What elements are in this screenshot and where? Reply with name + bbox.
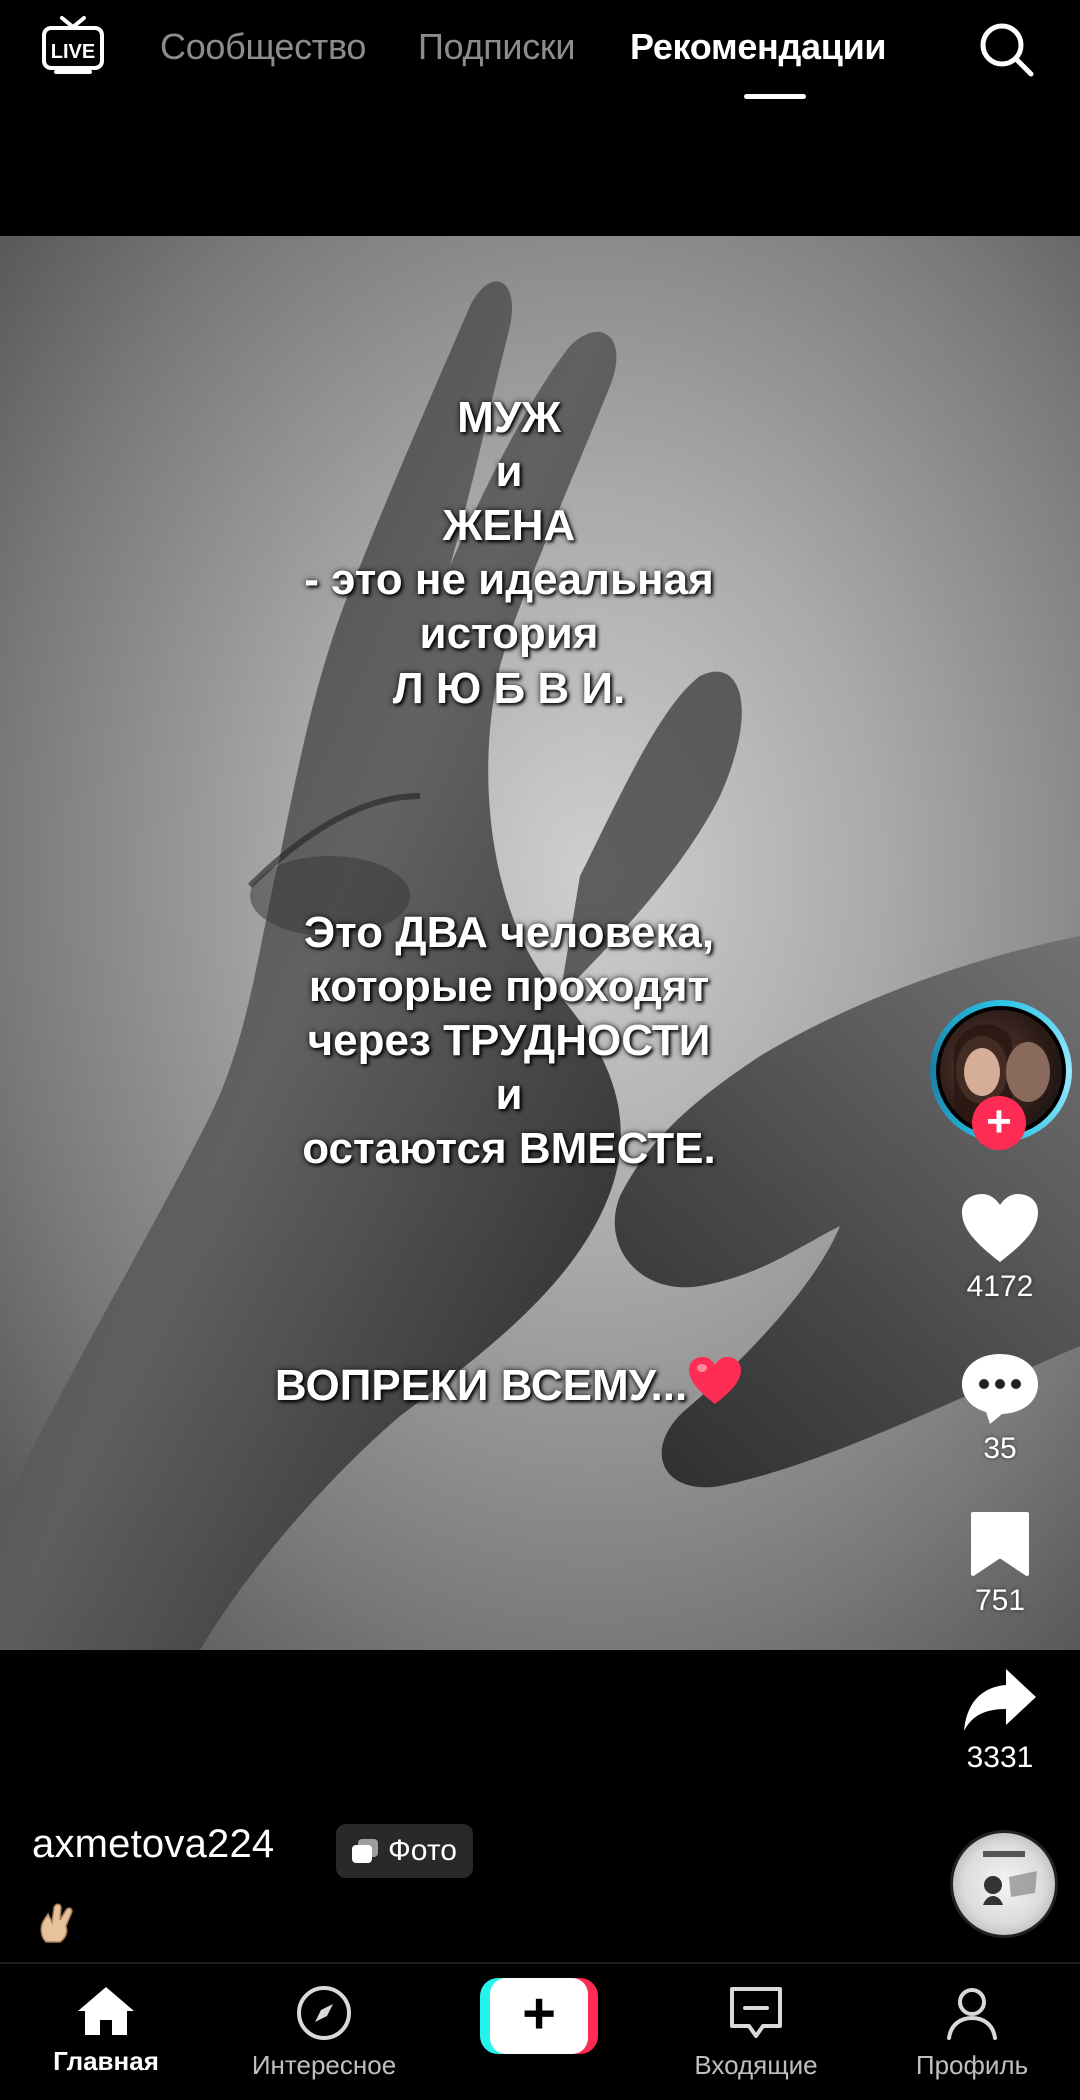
save-count: 751 — [974, 1584, 1026, 1617]
like-button[interactable]: 4172 — [940, 1192, 1060, 1304]
top-bar: LIVE Сообщество Подписки Рекомендации — [0, 0, 1080, 110]
overlay-text-closing: ВОПРЕКИ ВСЕМУ... — [0, 1356, 1018, 1413]
heart-icon — [962, 1194, 1038, 1262]
like-count: 4172 — [966, 1270, 1034, 1303]
share-button[interactable]: 3331 — [940, 1665, 1060, 1775]
create-button[interactable]: + — [480, 1978, 598, 2054]
photo-type-badge: Фото — [336, 1824, 473, 1878]
search-button[interactable] — [975, 18, 1039, 82]
heart-emoji-icon — [689, 1357, 742, 1404]
bookmark-icon — [971, 1512, 1029, 1576]
overlay-text-body: Это ДВА человека, которые проходят через… — [302, 908, 716, 1174]
follow-button[interactable]: + — [972, 1096, 1026, 1150]
share-arrow-icon — [964, 1669, 1036, 1731]
compass-icon — [297, 1986, 351, 2040]
plus-icon: + — [986, 1097, 1012, 1146]
crossed-fingers-emoji — [36, 1900, 76, 1944]
nav-home[interactable]: Главная — [6, 1984, 206, 2077]
plus-icon: + — [490, 1978, 588, 2054]
share-count: 3331 — [966, 1741, 1034, 1774]
profile-icon — [947, 1988, 997, 2040]
tab-community[interactable]: Сообщество — [160, 22, 366, 72]
music-disc[interactable] — [950, 1830, 1058, 1938]
search-icon — [980, 23, 1034, 77]
active-tab-indicator — [744, 94, 806, 99]
comment-button[interactable]: 35 — [940, 1350, 1060, 1466]
nav-profile[interactable]: Профиль — [872, 1984, 1072, 2081]
inbox-icon — [730, 1987, 782, 2038]
comment-count: 35 — [983, 1432, 1017, 1465]
tab-subscriptions[interactable]: Подписки — [418, 22, 575, 72]
svg-text:LIVE: LIVE — [51, 41, 95, 63]
home-icon — [78, 1987, 134, 2035]
live-button[interactable]: LIVE — [40, 14, 106, 76]
photo-stack-icon — [352, 1839, 378, 1863]
post-photo[interactable]: МУЖ и ЖЕНА - это не идеальная история Л … — [0, 236, 1080, 1650]
username[interactable]: axmetova224 — [32, 1822, 274, 1867]
comment-icon — [962, 1354, 1038, 1424]
overlay-text-title: МУЖ и ЖЕНА - это не идеальная история Л … — [304, 393, 714, 713]
music-cover-icon — [983, 1851, 1037, 1905]
save-button[interactable]: 751 — [940, 1510, 1060, 1618]
nav-inbox[interactable]: Входящие — [656, 1984, 856, 2081]
live-tv-icon: LIVE — [42, 16, 104, 74]
nav-discover[interactable]: Интересное — [224, 1984, 424, 2081]
tab-recommendations[interactable]: Рекомендации — [630, 22, 887, 72]
